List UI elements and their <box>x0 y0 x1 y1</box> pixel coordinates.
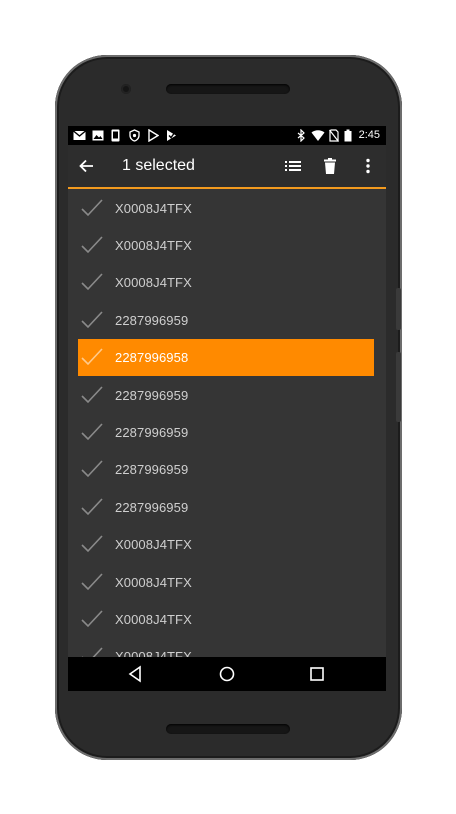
item-code: 2287996959 <box>115 499 189 515</box>
home-icon[interactable] <box>218 665 236 683</box>
check-icon <box>81 498 103 515</box>
scan-list: X0008J4TFX X0008J4TFX X0008J4TFX 2287996959… <box>68 189 386 657</box>
check-icon <box>81 348 103 366</box>
list-item[interactable]: X0008J4TFX <box>78 227 374 264</box>
status-time: 2:45 <box>358 129 380 141</box>
item-code: 2287996959 <box>115 424 189 440</box>
back-icon[interactable] <box>127 665 145 683</box>
check-icon <box>81 423 103 441</box>
app-bar: 1 selected <box>68 145 386 189</box>
list-item[interactable]: 2287996958 <box>78 339 374 377</box>
item-code: X0008J4TFX <box>115 275 192 291</box>
gmail-icon <box>73 130 86 140</box>
item-code: X0008J4TFX <box>115 649 192 657</box>
wifi-icon <box>311 130 325 141</box>
shield-icon <box>129 129 140 142</box>
top-speaker <box>166 84 290 94</box>
back-arrow-icon[interactable] <box>77 156 97 176</box>
battery-icon <box>344 129 352 142</box>
play-store-icon <box>148 129 159 142</box>
check-icon <box>81 198 103 216</box>
navigation-bar <box>68 657 386 691</box>
volume-button <box>396 352 401 422</box>
item-code: X0008J4TFX <box>115 611 192 627</box>
screen: 2:45 1 selected X0008J4TFX X0008J4TFX X000… <box>68 126 386 691</box>
check-icon <box>81 535 103 553</box>
check-icon <box>81 236 103 254</box>
list-icon[interactable] <box>283 156 303 176</box>
item-code: 2287996959 <box>115 312 189 328</box>
item-code: 2287996959 <box>115 387 189 403</box>
list-item[interactable]: X0008J4TFX <box>78 190 374 227</box>
power-button <box>396 288 401 330</box>
list-item[interactable]: 2287996959 <box>78 451 374 488</box>
recents-icon[interactable] <box>308 665 326 683</box>
list-item[interactable]: X0008J4TFX <box>78 526 374 563</box>
item-code: X0008J4TFX <box>115 237 192 253</box>
play-check-icon <box>167 130 176 141</box>
list-item[interactable]: X0008J4TFX <box>78 638 374 657</box>
item-code: X0008J4TFX <box>115 200 192 216</box>
phone-icon <box>111 129 120 142</box>
item-code: X0008J4TFX <box>115 574 192 590</box>
item-code: 2287996959 <box>115 462 189 478</box>
list-item[interactable]: 2287996959 <box>78 414 374 451</box>
front-camera <box>121 84 131 94</box>
bluetooth-icon <box>297 129 305 142</box>
check-icon <box>81 572 103 590</box>
selection-count-title: 1 selected <box>122 157 195 174</box>
more-vert-icon[interactable] <box>358 156 378 176</box>
item-code: 2287996958 <box>115 350 189 366</box>
check-icon <box>81 460 103 478</box>
check-icon <box>82 647 103 657</box>
no-sim-icon <box>329 129 339 142</box>
item-code: X0008J4TFX <box>115 537 192 553</box>
bottom-speaker <box>166 724 290 734</box>
list-item[interactable]: X0008J4TFX <box>78 564 374 601</box>
status-bar: 2:45 <box>68 126 386 145</box>
check-icon <box>81 273 103 291</box>
list-item[interactable]: 2287996959 <box>78 377 374 414</box>
list-item[interactable]: 2287996959 <box>78 302 374 339</box>
list-item[interactable]: 2287996959 <box>78 489 374 526</box>
check-icon <box>81 311 103 328</box>
list-item[interactable]: X0008J4TFX <box>78 601 374 638</box>
check-icon <box>81 385 103 403</box>
check-icon <box>81 610 103 628</box>
photo-icon <box>92 130 104 141</box>
delete-icon[interactable] <box>320 156 340 176</box>
list-item[interactable]: X0008J4TFX <box>78 264 374 301</box>
